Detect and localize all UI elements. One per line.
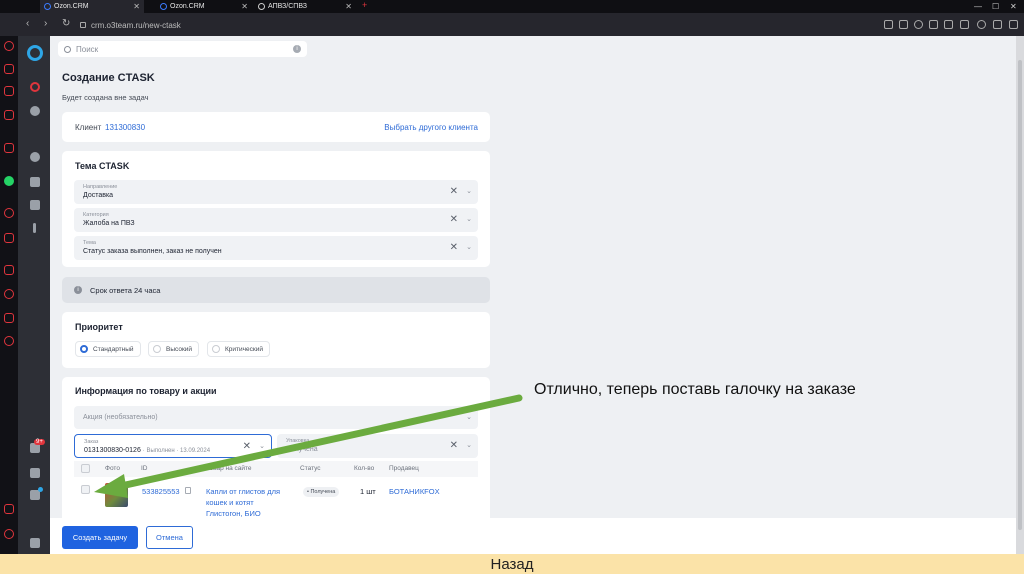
back-button[interactable]: Назад [0, 554, 1024, 574]
back-label: Назад [490, 555, 534, 573]
annotation-text: Отлично, теперь поставь галочку на заказ… [534, 381, 856, 398]
annotation-arrow [94, 394, 523, 498]
